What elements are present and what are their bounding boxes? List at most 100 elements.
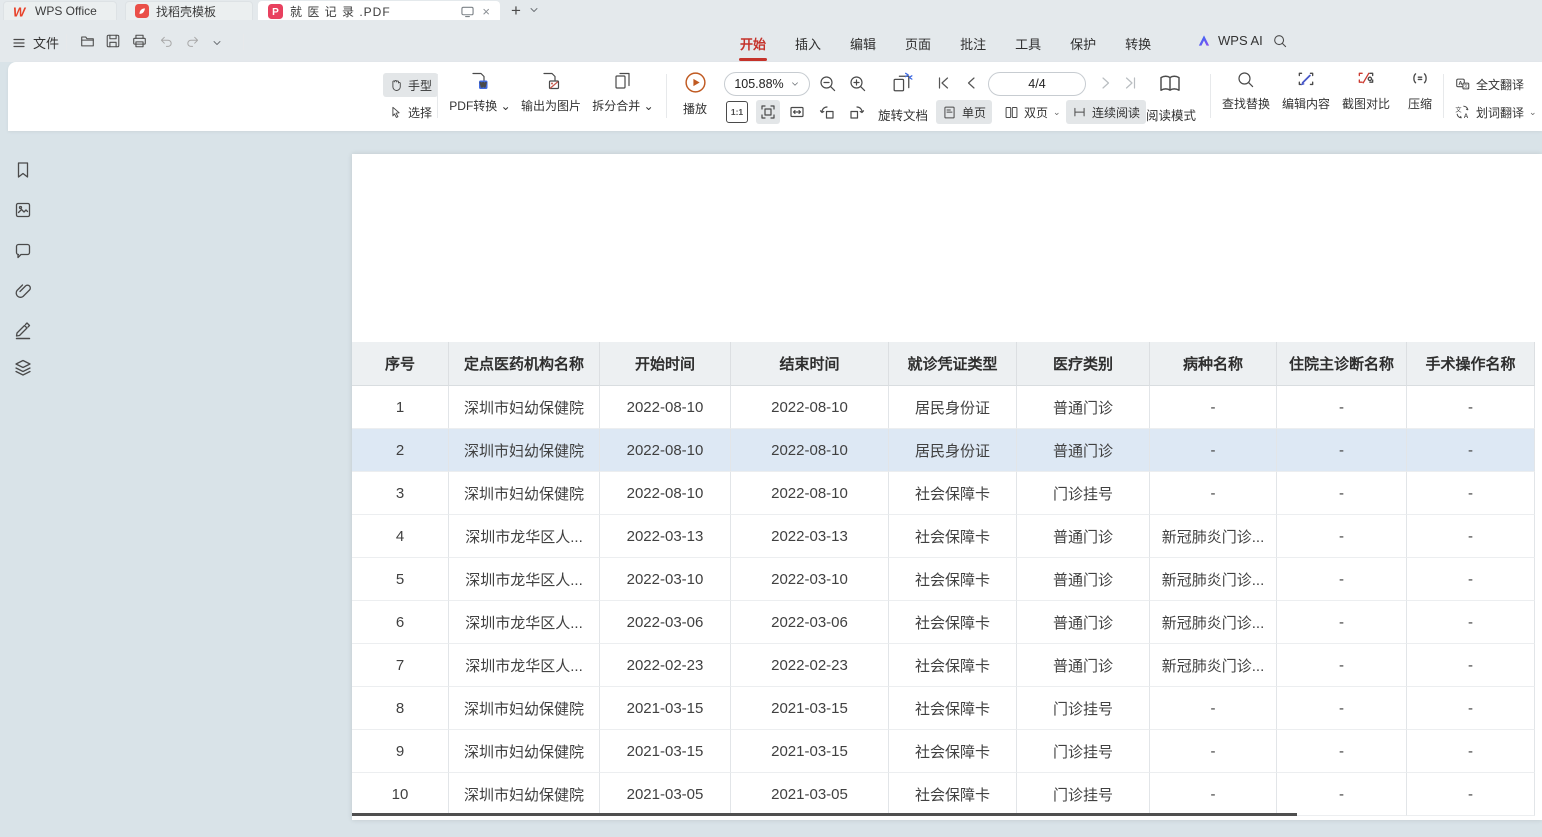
continuous-read-button[interactable]: 连续阅读 (1066, 100, 1146, 124)
menu-insert[interactable]: 插入 (795, 32, 821, 55)
menu-comment[interactable]: 批注 (960, 32, 986, 55)
read-mode-icon[interactable] (1158, 72, 1182, 94)
actual-size-icon[interactable]: 1:1 (726, 101, 748, 123)
zoom-level-select[interactable]: 105.88% (724, 72, 810, 96)
prev-page-icon[interactable] (964, 76, 979, 90)
page-indicator-input[interactable]: 4/4 (988, 72, 1086, 96)
table-cell: 深圳市妇幼保健院 (449, 386, 600, 429)
menu-convert[interactable]: 转换 (1125, 32, 1151, 55)
table-cell: 普通门诊 (1017, 429, 1150, 472)
comment-icon[interactable] (13, 241, 33, 261)
table-cell: 2022-03-13 (600, 515, 731, 558)
menu-tools[interactable]: 工具 (1015, 32, 1041, 55)
edit-content-button[interactable]: 编辑内容 (1280, 70, 1332, 112)
save-icon[interactable] (105, 33, 121, 49)
rotate-doc-label[interactable]: 旋转文档 (878, 105, 928, 124)
double-page-button[interactable]: 双页 ⌄ (998, 100, 1067, 124)
open-file-icon[interactable] (79, 33, 96, 49)
cursor-icon (389, 105, 403, 119)
rotate-doc-icon[interactable] (890, 71, 915, 96)
table-cell: 门诊挂号 (1017, 472, 1150, 515)
table-cell: - (1277, 429, 1407, 472)
fit-width-icon[interactable] (788, 103, 806, 121)
wps-logo-icon: W (13, 5, 28, 18)
tab-wps-home[interactable]: W WPS Office (3, 1, 117, 20)
file-menu[interactable]: 文件 (12, 33, 59, 52)
wps-ai-logo-icon (1196, 33, 1212, 48)
zoom-in-icon[interactable] (848, 74, 868, 94)
select-tool-button[interactable]: 选择 (383, 100, 438, 124)
bookmark-icon[interactable] (13, 160, 33, 180)
export-image-button[interactable]: 输出为图片 (520, 70, 582, 114)
search-icon (1236, 70, 1256, 90)
table-cell: - (1150, 472, 1277, 515)
rotate-right-icon[interactable] (848, 103, 866, 121)
menu-protect[interactable]: 保护 (1070, 32, 1096, 55)
print-icon[interactable] (131, 33, 148, 49)
last-page-icon[interactable] (1123, 76, 1138, 90)
rotate-left-icon[interactable] (818, 103, 836, 121)
first-page-icon[interactable] (936, 76, 951, 90)
docer-logo-icon (135, 4, 149, 18)
close-tab-icon[interactable]: × (482, 5, 490, 18)
table-row: 9深圳市妇幼保健院2021-03-152021-03-15社会保障卡门诊挂号--… (352, 730, 1535, 773)
table-cell: 8 (352, 687, 449, 730)
table-cell: 2021-03-05 (731, 773, 889, 816)
single-page-icon (942, 105, 957, 120)
tab-list-chevron-icon[interactable] (528, 4, 540, 16)
table-cell: - (1277, 730, 1407, 773)
table-cell: 普通门诊 (1017, 601, 1150, 644)
table-row: 7深圳市龙华区人...2022-02-232022-02-23社会保障卡普通门诊… (352, 644, 1535, 687)
wps-ai-button[interactable]: WPS AI (1196, 33, 1263, 48)
table-cell: 新冠肺炎门诊... (1150, 644, 1277, 687)
fit-page-icon[interactable] (756, 100, 780, 124)
split-merge-button[interactable]: 拆分合并 ⌄ (590, 70, 656, 114)
table-header-cell: 就诊凭证类型 (889, 342, 1017, 386)
table-cell: 2022-08-10 (731, 472, 889, 515)
attachment-icon[interactable] (13, 281, 33, 301)
pdf-convert-button[interactable]: W PDF转换 ⌄ (448, 70, 512, 114)
table-cell: - (1407, 472, 1535, 515)
table-row: 6深圳市龙华区人...2022-03-062022-03-06社会保障卡普通门诊… (352, 601, 1535, 644)
zoom-out-icon[interactable] (818, 74, 838, 94)
signature-pen-icon[interactable] (13, 320, 33, 340)
table-header-row: 序号定点医药机构名称开始时间结束时间就诊凭证类型医疗类别病种名称住院主诊断名称手… (352, 342, 1535, 386)
next-page-icon[interactable] (1098, 76, 1113, 90)
monitor-icon[interactable] (460, 5, 475, 18)
menu-search-icon[interactable] (1272, 33, 1288, 49)
single-page-button[interactable]: 单页 (936, 100, 992, 124)
table-cell: 2022-02-23 (600, 644, 731, 687)
play-button[interactable]: 播放 (676, 70, 714, 117)
new-tab-button[interactable]: + (506, 1, 526, 20)
pdf-file-icon: P (268, 4, 283, 19)
compress-button[interactable]: 压缩 (1402, 70, 1438, 112)
tab-docer-templates[interactable]: 找稻壳模板 (125, 1, 253, 20)
word-translate-button[interactable]: 文A 划词翻译 ⌄ (1448, 100, 1542, 124)
table-cell: 门诊挂号 (1017, 773, 1150, 816)
undo-icon[interactable] (158, 34, 174, 49)
thumbnail-icon[interactable] (13, 200, 33, 220)
redo-icon[interactable] (185, 34, 201, 49)
layers-icon[interactable] (13, 358, 33, 378)
tab-label: 找稻壳模板 (156, 3, 216, 20)
table-cell: 2022-03-10 (600, 558, 731, 601)
menu-edit[interactable]: 编辑 (850, 32, 876, 55)
more-actions-chevron-icon[interactable] (211, 37, 223, 49)
full-translate-button[interactable]: A文 全文翻译 (1448, 72, 1530, 96)
word-translate-icon: 文A (1454, 104, 1471, 120)
read-mode-label[interactable]: 阅读模式 (1146, 105, 1196, 124)
table-row: 8深圳市妇幼保健院2021-03-152021-03-15社会保障卡门诊挂号--… (352, 687, 1535, 730)
screenshot-compare-button[interactable]: 截图对比 (1340, 70, 1392, 112)
table-cell: 社会保障卡 (889, 472, 1017, 515)
hand-tool-button[interactable]: 手型 (383, 73, 438, 97)
table-header-cell: 开始时间 (600, 342, 731, 386)
menu-page[interactable]: 页面 (905, 32, 931, 55)
table-cell: 深圳市龙华区人... (449, 515, 600, 558)
menu-home[interactable]: 开始 (740, 32, 766, 55)
table-cell: 社会保障卡 (889, 687, 1017, 730)
find-replace-button[interactable]: 查找替换 (1220, 70, 1272, 112)
tab-document-pdf[interactable]: P 就 医 记 录 .PDF × (258, 1, 500, 20)
table-cell: 普通门诊 (1017, 558, 1150, 601)
table-cell: 1 (352, 386, 449, 429)
word-translate-label: 划词翻译 (1476, 104, 1524, 121)
